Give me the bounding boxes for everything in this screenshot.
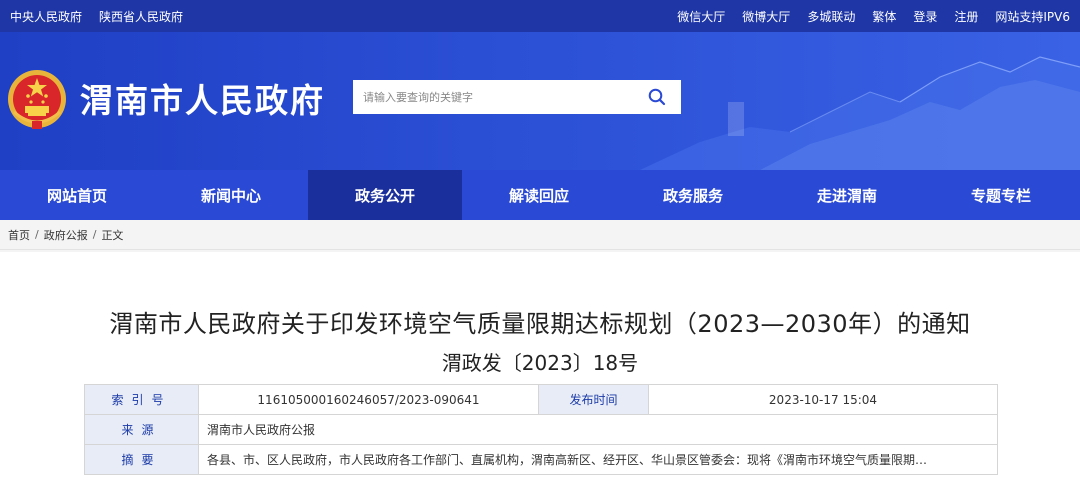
- breadcrumb: 首页 / 政府公报 / 正文: [0, 220, 1080, 250]
- nav-home[interactable]: 网站首页: [0, 170, 154, 220]
- link-wechat-hall[interactable]: 微信大厅: [677, 8, 725, 25]
- breadcrumb-current: 正文: [101, 228, 124, 242]
- search-button[interactable]: [633, 80, 681, 114]
- document-meta-table: 索引号 11610500016024605​7/2023-090641 发布时间…: [84, 384, 998, 475]
- search-box: [353, 80, 681, 114]
- site-header: 渭南市人民政府: [0, 32, 1080, 170]
- document-title: 渭南市人民政府关于印发环境空气质量限期达标规划（2023—2030年）的通知: [109, 310, 971, 338]
- link-traditional-chinese[interactable]: 繁体: [872, 8, 896, 25]
- main-nav: 网站首页 新闻中心 政务公开 解读回应 政务服务 走进渭南 专题专栏: [0, 170, 1080, 220]
- link-weibo-hall[interactable]: 微博大厅: [742, 8, 790, 25]
- meta-index-value: 11610500016024605​7/2023-090641: [198, 384, 539, 415]
- link-central-government[interactable]: 中央人民政府: [10, 8, 82, 25]
- link-shaanxi-government[interactable]: 陕西省人民政府: [99, 8, 183, 25]
- meta-publish-label: 发布时间: [538, 384, 649, 415]
- breadcrumb-gazette[interactable]: 政府公报: [44, 227, 88, 243]
- meta-source-value: 渭南市人民政府公报: [198, 414, 998, 445]
- meta-row-source: 来源 渭南市人民政府公报: [84, 414, 998, 445]
- breadcrumb-separator: /: [92, 228, 97, 241]
- link-multi-city[interactable]: 多城联动: [807, 8, 855, 25]
- search-icon: [648, 88, 666, 106]
- link-ipv6[interactable]: 网站支持IPV6: [995, 8, 1070, 25]
- breadcrumb-home[interactable]: 首页: [8, 227, 30, 243]
- search-input[interactable]: [353, 80, 633, 114]
- meta-abstract-label: 摘要: [84, 444, 199, 475]
- document-number: 渭政发〔2023〕18号: [441, 351, 639, 375]
- mountain-decoration: [640, 56, 1080, 170]
- link-login[interactable]: 登录: [913, 8, 937, 25]
- link-register[interactable]: 注册: [954, 8, 978, 25]
- national-emblem-icon: [8, 70, 66, 129]
- article-content: 渭南市人民政府关于印发环境空气质量限期达标规划（2023—2030年）的通知 渭…: [0, 252, 1080, 503]
- nav-special-topics[interactable]: 专题专栏: [924, 170, 1078, 220]
- site-title: 渭南市人民政府: [80, 81, 325, 120]
- top-right-links: 微信大厅 微博大厅 多城联动 繁体 登录 注册 网站支持IPV6: [677, 8, 1070, 25]
- meta-source-label: 来源: [84, 414, 199, 445]
- meta-index-label: 索引号: [84, 384, 199, 415]
- top-utility-bar: 中央人民政府 陕西省人民政府 微信大厅 微博大厅 多城联动 繁体 登录 注册 网…: [0, 0, 1080, 32]
- breadcrumb-separator: /: [35, 228, 39, 241]
- meta-abstract-value: 各县、市、区人民政府，市人民政府各工作部门、直属机构，渭南高新区、经开区、华山景…: [198, 444, 998, 475]
- nav-government-affairs-open[interactable]: 政务公开: [308, 170, 462, 220]
- meta-publish-value: 2023-10-17 15:04: [648, 384, 998, 415]
- nav-interpretation-response[interactable]: 解读回应: [462, 170, 616, 220]
- nav-about-weinan[interactable]: 走进渭南: [770, 170, 924, 220]
- top-left-links: 中央人民政府 陕西省人民政府: [10, 8, 183, 25]
- meta-row-abstract: 摘要 各县、市、区人民政府，市人民政府各工作部门、直属机构，渭南高新区、经开区、…: [84, 444, 998, 475]
- nav-news-center[interactable]: 新闻中心: [154, 170, 308, 220]
- meta-row-index: 索引号 11610500016024605​7/2023-090641 发布时间…: [84, 384, 998, 415]
- nav-government-services[interactable]: 政务服务: [616, 170, 770, 220]
